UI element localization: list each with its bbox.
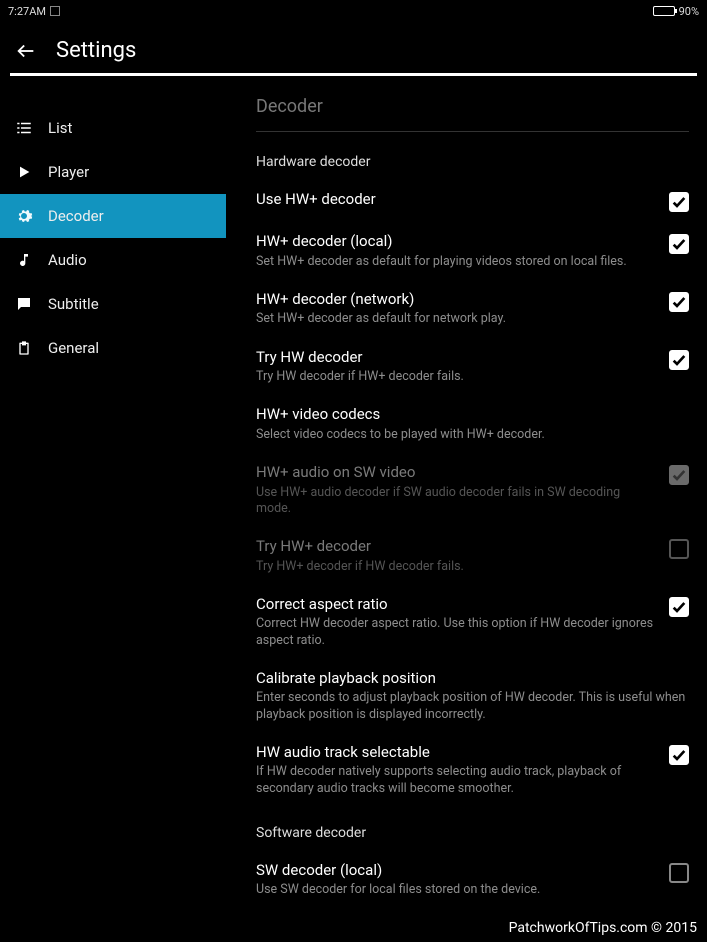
battery-pct: 90% (679, 5, 699, 18)
sidebar-item-label: Audio (48, 251, 87, 269)
setting-title: Try HW decoder (256, 348, 657, 368)
category-software: Software decoder (256, 803, 689, 847)
checkbox[interactable] (669, 234, 689, 254)
content-pane: Decoder Hardware decoder Use HW+ decoder… (226, 76, 707, 938)
setting-title: HW+ decoder (network) (256, 290, 657, 310)
sidebar-item-label: Player (48, 163, 89, 181)
setting-subtitle: Select video codecs to be played with HW… (256, 427, 689, 443)
setting-title: HW+ audio on SW video (256, 463, 657, 483)
sidebar-item-list[interactable]: List (0, 106, 226, 150)
setting-title: HW audio track selectable (256, 743, 657, 763)
setting-try-hw-plus: Try HW+ decoder Try HW+ decoder if HW de… (256, 523, 689, 581)
sidebar-item-label: General (48, 339, 99, 357)
setting-title: HW+ video codecs (256, 405, 689, 425)
setting-subtitle: Set HW+ decoder as default for playing v… (256, 254, 657, 270)
setting-title: Use HW+ decoder (256, 190, 657, 210)
music-note-icon (14, 250, 34, 270)
setting-title: SW decoder (local) (256, 861, 657, 881)
clipboard-icon (14, 338, 34, 358)
setting-subtitle: Correct HW decoder aspect ratio. Use thi… (256, 616, 657, 649)
setting-calibrate[interactable]: Calibrate playback position Enter second… (256, 655, 689, 729)
setting-hw-codecs[interactable]: HW+ video codecs Select video codecs to … (256, 391, 689, 449)
setting-subtitle: If HW decoder natively supports selectin… (256, 764, 657, 797)
checkbox[interactable] (669, 350, 689, 370)
watermark: PatchworkOfTips.com © 2015 (509, 920, 697, 936)
setting-title: HW+ decoder (local) (256, 232, 657, 252)
checkbox-disabled (669, 539, 689, 559)
setting-title: Try HW+ decoder (256, 537, 657, 557)
checkbox[interactable] (669, 292, 689, 312)
back-button[interactable] (14, 39, 38, 63)
checkbox[interactable] (669, 745, 689, 765)
page-title: Settings (56, 38, 136, 63)
status-bar: 7:27AM 90% (0, 0, 707, 22)
setting-title: Correct aspect ratio (256, 595, 657, 615)
setting-title: Calibrate playback position (256, 669, 689, 689)
sidebar-item-label: List (48, 119, 72, 137)
checkbox[interactable] (669, 192, 689, 212)
status-app-icon (50, 6, 60, 16)
setting-hw-plus-local[interactable]: HW+ decoder (local) Set HW+ decoder as d… (256, 218, 689, 276)
setting-sw-local[interactable]: SW decoder (local) Use SW decoder for lo… (256, 847, 689, 905)
sidebar-item-label: Decoder (48, 207, 104, 225)
checkbox-disabled (669, 465, 689, 485)
play-icon (14, 162, 34, 182)
setting-subtitle: Use SW decoder for local files stored on… (256, 882, 657, 898)
setting-subtitle: Try HW decoder if HW+ decoder fails. (256, 369, 657, 385)
list-icon (14, 118, 34, 138)
gear-icon (14, 206, 34, 226)
setting-hw-audio-sw: HW+ audio on SW video Use HW+ audio deco… (256, 449, 689, 523)
subtitle-icon (14, 294, 34, 314)
setting-subtitle: Set HW+ decoder as default for network p… (256, 311, 657, 327)
setting-subtitle: Use HW+ audio decoder if SW audio decode… (256, 485, 657, 518)
setting-subtitle: Enter seconds to adjust playback positio… (256, 690, 689, 723)
setting-use-hw-plus[interactable]: Use HW+ decoder (256, 176, 689, 218)
battery-icon (653, 6, 675, 16)
category-hardware: Hardware decoder (256, 132, 689, 176)
sidebar-item-decoder[interactable]: Decoder (0, 194, 226, 238)
sidebar-item-general[interactable]: General (0, 326, 226, 370)
app-header: Settings (0, 22, 707, 73)
sidebar-item-audio[interactable]: Audio (0, 238, 226, 282)
checkbox[interactable] (669, 863, 689, 883)
setting-hw-audio-track[interactable]: HW audio track selectable If HW decoder … (256, 729, 689, 803)
status-time: 7:27AM (8, 5, 46, 18)
setting-hw-plus-network[interactable]: HW+ decoder (network) Set HW+ decoder as… (256, 276, 689, 334)
setting-try-hw[interactable]: Try HW decoder Try HW decoder if HW+ dec… (256, 334, 689, 392)
sidebar: List Player Decoder Audio Subtitle (0, 76, 226, 938)
section-title: Decoder (256, 76, 689, 131)
sidebar-item-label: Subtitle (48, 295, 99, 313)
setting-aspect[interactable]: Correct aspect ratio Correct HW decoder … (256, 581, 689, 655)
checkbox[interactable] (669, 597, 689, 617)
setting-subtitle: Try HW+ decoder if HW decoder fails. (256, 559, 657, 575)
sidebar-item-subtitle[interactable]: Subtitle (0, 282, 226, 326)
sidebar-item-player[interactable]: Player (0, 150, 226, 194)
